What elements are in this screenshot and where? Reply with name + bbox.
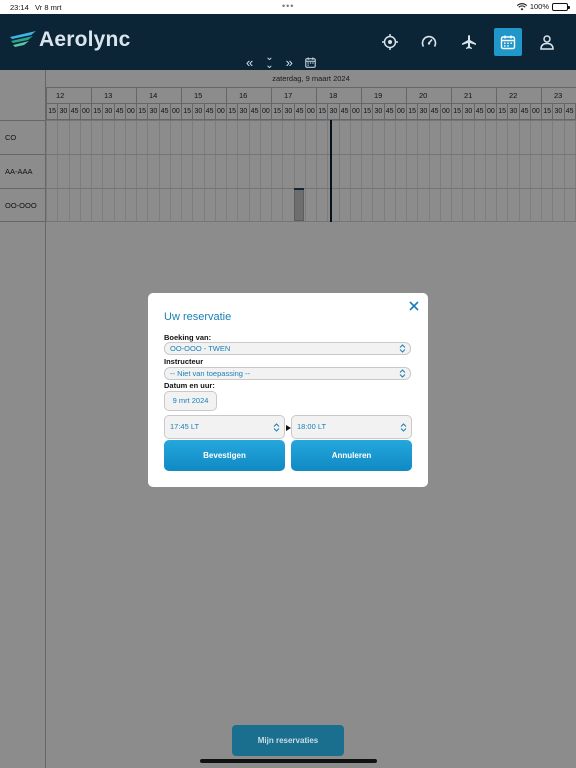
multitask-dots[interactable]: ••• bbox=[282, 1, 294, 11]
instructor-select[interactable]: -- Niet van toepassing -- bbox=[164, 367, 411, 380]
battery-text: 100% bbox=[529, 2, 549, 11]
app-logo: Aerolync bbox=[9, 28, 130, 52]
cancel-button[interactable]: Annuleren bbox=[291, 440, 412, 471]
date-time-label: Datum en uur: bbox=[164, 381, 215, 390]
crosshair-icon bbox=[382, 34, 398, 50]
chevron-updown-icon bbox=[273, 423, 280, 432]
aerolync-logo-icon bbox=[10, 31, 36, 47]
gauge-icon bbox=[421, 35, 437, 47]
status-right: 100% bbox=[516, 2, 570, 11]
calendar-picker-icon[interactable] bbox=[305, 57, 316, 68]
start-time-select[interactable]: 17:45 LT bbox=[164, 415, 285, 439]
today-button[interactable]: ⌄ ⌄ bbox=[265, 53, 273, 71]
battery-icon bbox=[552, 2, 570, 11]
booking-value: OO-OOO - TWEN bbox=[170, 344, 231, 353]
location-nav-button[interactable] bbox=[376, 28, 404, 56]
status-time: 23:14 Vr 8 mrt bbox=[10, 3, 62, 12]
home-indicator[interactable] bbox=[200, 759, 377, 763]
start-time-value: 17:45 LT bbox=[170, 422, 200, 431]
airplane-icon bbox=[462, 35, 476, 49]
status-bar: 23:14 Vr 8 mrt ••• 100% bbox=[0, 0, 576, 14]
chevron-updown-icon bbox=[399, 369, 406, 378]
next-day-button[interactable]: » bbox=[286, 55, 293, 70]
confirm-button[interactable]: Bevestigen bbox=[164, 440, 285, 471]
chevron-updown-icon bbox=[399, 344, 406, 353]
calendar-nav-button[interactable] bbox=[494, 28, 522, 56]
reservation-modal: Uw reservatie Boeking van: OO-OOO - TWEN… bbox=[148, 293, 428, 487]
date-picker[interactable]: 9 mrt 2024 bbox=[164, 391, 217, 411]
booking-select[interactable]: OO-OOO - TWEN bbox=[164, 342, 411, 355]
wifi-icon bbox=[516, 2, 527, 10]
user-icon bbox=[540, 35, 554, 50]
instructor-value: -- Niet van toepassing -- bbox=[170, 369, 251, 378]
end-time-select[interactable]: 18:00 LT bbox=[291, 415, 412, 439]
booking-label: Boeking van: bbox=[164, 333, 212, 342]
chevron-updown-icon bbox=[400, 423, 407, 432]
my-reservations-button[interactable]: Mijn reservaties bbox=[232, 725, 344, 756]
date-navigation: « ⌄ ⌄ » bbox=[246, 53, 316, 71]
end-time-value: 18:00 LT bbox=[297, 422, 327, 431]
app-header: Aerolync « ⌄ ⌄ » bbox=[0, 14, 576, 71]
close-icon[interactable] bbox=[408, 300, 420, 312]
instructor-label: Instructeur bbox=[164, 357, 204, 366]
aircraft-nav-button[interactable] bbox=[455, 28, 483, 56]
calendar-icon bbox=[500, 35, 516, 50]
profile-nav-button[interactable] bbox=[533, 28, 561, 56]
previous-day-button[interactable]: « bbox=[246, 55, 253, 70]
app-name: Aerolync bbox=[39, 28, 131, 51]
modal-title: Uw reservatie bbox=[164, 311, 232, 323]
gauge-nav-button[interactable] bbox=[415, 28, 443, 56]
